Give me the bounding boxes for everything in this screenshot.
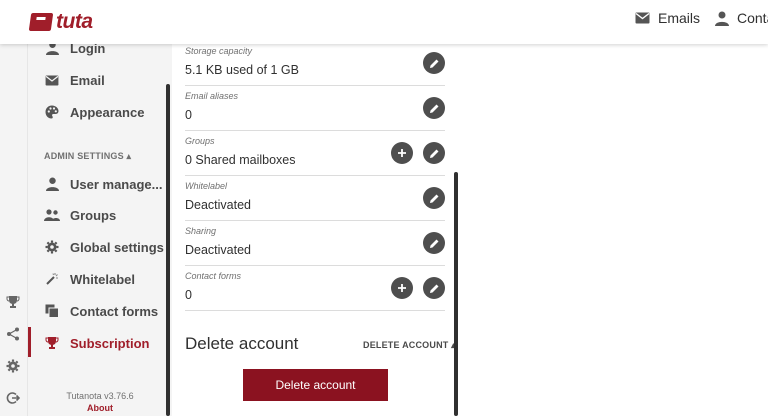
- nav-item-label: Contact forms: [70, 303, 159, 319]
- add-button[interactable]: [391, 277, 413, 299]
- trophy-icon[interactable]: [5, 294, 21, 310]
- pencil-icon: [429, 104, 438, 113]
- share-icon[interactable]: [5, 326, 21, 342]
- field-value: 5.1 KB used of 1 GB: [185, 63, 299, 77]
- people-icon: [44, 207, 60, 223]
- nav-item-groups[interactable]: Groups: [44, 205, 116, 225]
- nav-item-whitelabel[interactable]: Whitelabel: [44, 269, 135, 289]
- edit-button[interactable]: [423, 142, 445, 164]
- pencil-icon: [429, 149, 438, 158]
- nav-item-global-settings[interactable]: Global settings: [44, 237, 164, 257]
- gear-icon: [44, 239, 60, 255]
- plus-icon: [398, 284, 406, 292]
- field-contact-forms: Contact forms 0: [185, 271, 445, 311]
- nav-emails-label: Emails: [658, 10, 701, 26]
- field-label: Whitelabel: [185, 181, 228, 191]
- field-label: Storage capacity: [185, 46, 253, 56]
- add-button[interactable]: [391, 142, 413, 164]
- delete-account-heading: Delete account: [185, 334, 299, 353]
- pencil-icon: [429, 284, 438, 293]
- nav-item-email[interactable]: Email: [44, 70, 105, 90]
- logout-icon[interactable]: [5, 390, 21, 406]
- logo-text: tuta: [56, 10, 93, 33]
- field-value: Deactivated: [185, 198, 252, 212]
- field-value: 0 Shared mailboxes: [185, 153, 296, 167]
- mail-icon: [44, 72, 60, 88]
- version-label: Tutanota v3.76.6: [66, 391, 134, 401]
- field-label: Sharing: [185, 226, 217, 236]
- pencil-icon: [429, 239, 438, 248]
- magic-wand-icon: [44, 271, 60, 287]
- field-value: 0: [185, 108, 192, 122]
- mail-icon: [635, 12, 650, 24]
- pencil-icon: [429, 59, 438, 68]
- plus-icon: [398, 149, 406, 157]
- nav-item-label: Appearance: [70, 104, 145, 120]
- nav-item-subscription[interactable]: Subscription: [44, 333, 149, 353]
- pencil-icon: [429, 194, 438, 203]
- field-email-aliases: Email aliases 0: [185, 91, 445, 131]
- gear-icon[interactable]: [5, 358, 21, 374]
- field-sharing: Sharing Deactivated: [185, 226, 445, 266]
- nav-item-label: Subscription: [70, 335, 150, 351]
- person-icon: [44, 176, 60, 192]
- edit-button[interactable]: [423, 232, 445, 254]
- empty-pane: [458, 44, 768, 416]
- left-rail: [0, 44, 28, 416]
- field-label: Email aliases: [185, 91, 239, 101]
- tuta-logo[interactable]: tuta: [28, 10, 93, 34]
- field-whitelabel: Whitelabel Deactivated: [185, 181, 445, 221]
- nav-emails[interactable]: Emails: [635, 10, 700, 26]
- app-window: tuta Emails Conta Login: [0, 0, 768, 416]
- palette-icon: [44, 104, 60, 120]
- contact-form-icon: [44, 303, 60, 319]
- field-label: Groups: [185, 136, 215, 146]
- edit-button[interactable]: [423, 277, 445, 299]
- nav-item-label: User manage...: [70, 176, 163, 192]
- subscription-detail: Storage capacity 5.1 KB used of 1 GB Ema…: [172, 44, 458, 416]
- field-label: Contact forms: [185, 271, 242, 281]
- edit-button[interactable]: [423, 52, 445, 74]
- admin-settings-section[interactable]: ADMIN SETTINGS ▴: [44, 151, 131, 162]
- nav-item-label: Whitelabel: [70, 271, 136, 287]
- nav-item-appearance[interactable]: Appearance: [44, 102, 144, 122]
- nav-item-label: Email: [70, 72, 105, 88]
- field-value: 0: [185, 288, 192, 302]
- person-icon: [715, 11, 729, 26]
- nav-scrollbar[interactable]: [166, 84, 170, 416]
- nav-item-label: Groups: [70, 207, 117, 223]
- nav-item-contact-forms[interactable]: Contact forms: [44, 301, 158, 321]
- nav-item-label: Global settings: [70, 239, 164, 255]
- logo-mark-icon: [28, 13, 54, 31]
- active-indicator: [28, 327, 31, 357]
- field-value: Deactivated: [185, 243, 252, 257]
- nav-item-user-management[interactable]: User manage...: [44, 174, 163, 194]
- edit-button[interactable]: [423, 97, 445, 119]
- about-link[interactable]: About: [28, 403, 172, 413]
- nav-contacts-label: Conta: [737, 10, 768, 26]
- field-groups: Groups 0 Shared mailboxes: [185, 136, 445, 176]
- nav-contacts[interactable]: Conta: [715, 10, 768, 26]
- settings-nav: Login Email Appearance ADMIN SETTINGS ▴ …: [28, 41, 172, 416]
- trophy-icon: [44, 335, 60, 351]
- edit-button[interactable]: [423, 187, 445, 209]
- delete-account-toggle[interactable]: DELETE ACCOUNT ▴: [363, 340, 456, 351]
- field-storage-capacity: Storage capacity 5.1 KB used of 1 GB: [185, 46, 445, 86]
- delete-account-button[interactable]: Delete account: [243, 369, 388, 401]
- top-bar: tuta Emails Conta: [0, 0, 768, 44]
